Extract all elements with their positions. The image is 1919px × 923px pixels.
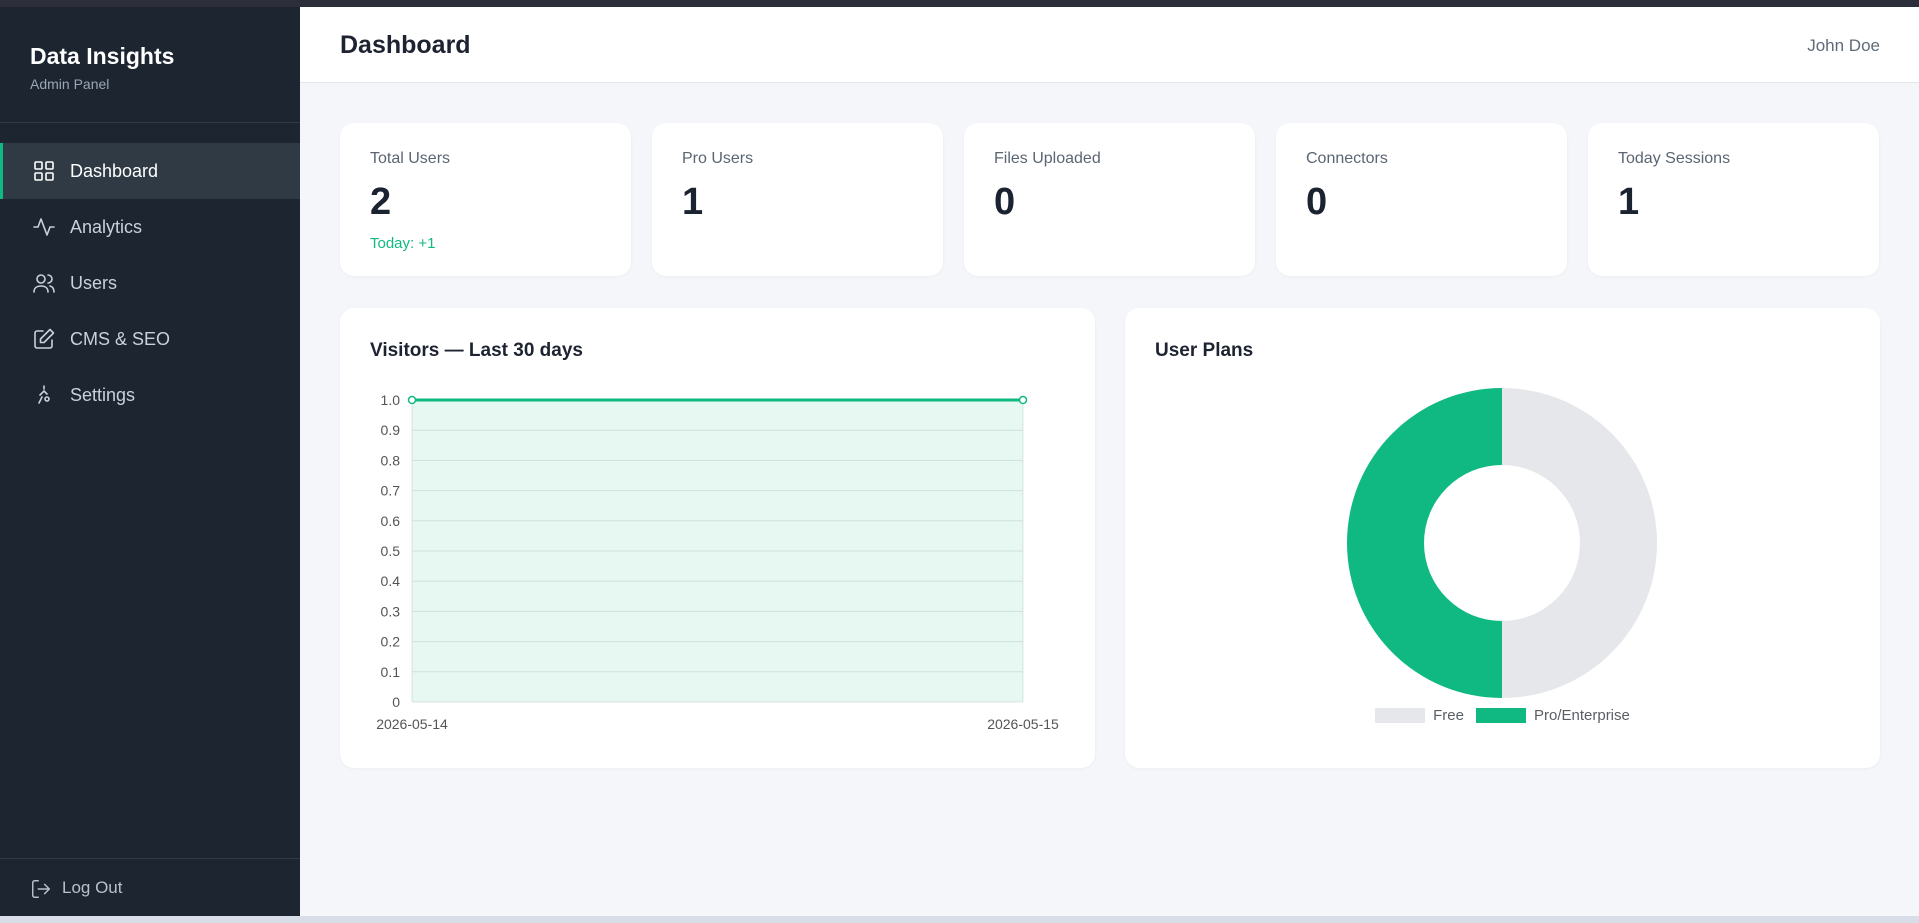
stat-card-today-sessions: Today Sessions 1 bbox=[1588, 123, 1879, 276]
user-plans-panel: User Plans Free Pro/Enterprise bbox=[1125, 308, 1880, 768]
y-tick-label: 0.6 bbox=[381, 513, 401, 529]
y-tick-label: 0.3 bbox=[381, 603, 401, 619]
stat-value: 1 bbox=[682, 181, 704, 223]
stat-card-connectors: Connectors 0 bbox=[1276, 123, 1567, 276]
stat-note: Today: +1 bbox=[370, 235, 436, 252]
sidebar-item-cms-seo[interactable]: CMS & SEO bbox=[0, 311, 300, 367]
logout-icon bbox=[30, 877, 52, 899]
logout-button[interactable]: Log Out bbox=[0, 858, 300, 916]
visitors-line-chart: 0 0.1 0.2 0.3 0.4 0.5 0.6 0.7 0.8 0.9 1.0 2026-05-1… bbox=[376, 392, 1059, 732]
stat-card-pro-users: Pro Users 1 bbox=[652, 123, 943, 276]
visitors-panel: Visitors — Last 30 days 0 0.1 0.2 0.3 0.4 0.5… bbox=[340, 308, 1095, 768]
sidebar-item-label: Analytics bbox=[70, 216, 143, 237]
legend-swatch bbox=[1475, 708, 1526, 723]
user-menu[interactable]: John Doe bbox=[1807, 36, 1880, 56]
data-point bbox=[1018, 395, 1028, 405]
window-bottom-strip bbox=[0, 916, 1919, 923]
sidebar-item-label: Users bbox=[70, 272, 118, 293]
sidebar-item-label: Dashboard bbox=[70, 160, 159, 181]
legend-label: Free bbox=[1433, 707, 1464, 724]
y-tick-label: 0.8 bbox=[381, 452, 401, 468]
chart-legend: Free Pro/Enterprise bbox=[1125, 707, 1880, 724]
top-header: Dashboard John Doe bbox=[300, 7, 1919, 83]
y-tick-label: 0 bbox=[392, 694, 400, 710]
sidebar-nav: Dashboard Analytics Users CMS & SEO Sett… bbox=[0, 143, 300, 423]
legend-swatch bbox=[1375, 708, 1426, 723]
pie-slice-pro-enterprise bbox=[1347, 388, 1502, 698]
sidebar: Data Insights Admin Panel Dashboard Anal… bbox=[0, 7, 300, 916]
sidebar-item-settings[interactable]: Settings bbox=[0, 367, 300, 423]
x-tick-label: 2026-05-14 bbox=[376, 716, 448, 732]
sidebar-item-analytics[interactable]: Analytics bbox=[0, 199, 300, 255]
brand-title: Data Insights bbox=[30, 43, 175, 69]
users-icon bbox=[32, 271, 56, 295]
activity-icon bbox=[32, 215, 56, 239]
stat-value: 1 bbox=[1618, 181, 1640, 223]
logout-label: Log Out bbox=[62, 877, 123, 897]
legend-label: Pro/Enterprise bbox=[1533, 707, 1630, 724]
stat-label: Files Uploaded bbox=[994, 150, 1101, 167]
brand-subtitle: Admin Panel bbox=[30, 76, 110, 92]
grid-icon bbox=[32, 159, 56, 183]
sidebar-item-users[interactable]: Users bbox=[0, 255, 300, 311]
stat-label: Pro Users bbox=[682, 150, 754, 167]
stat-card-total-users: Total Users 2 Today: +1 bbox=[340, 123, 631, 276]
stat-value: 2 bbox=[370, 181, 392, 223]
data-point bbox=[407, 395, 417, 405]
y-tick-label: 0.4 bbox=[381, 573, 401, 589]
series-area bbox=[412, 400, 1023, 702]
window-top-strip bbox=[0, 0, 1919, 7]
brand: Data Insights Admin Panel bbox=[0, 7, 300, 123]
legend-item[interactable]: Free bbox=[1375, 707, 1464, 724]
stat-label: Total Users bbox=[370, 150, 451, 167]
edit-icon bbox=[32, 327, 56, 351]
settings-icon bbox=[32, 383, 56, 407]
stat-card-files-uploaded: Files Uploaded 0 bbox=[964, 123, 1255, 276]
y-tick-label: 0.2 bbox=[381, 634, 401, 650]
sidebar-item-label: Settings bbox=[70, 384, 136, 405]
page-title: Dashboard bbox=[340, 31, 471, 59]
y-tick-label: 1.0 bbox=[381, 392, 401, 408]
y-tick-label: 0.7 bbox=[381, 483, 401, 499]
stat-label: Today Sessions bbox=[1618, 150, 1731, 167]
stat-value: 0 bbox=[1306, 181, 1328, 223]
sidebar-item-label: CMS & SEO bbox=[70, 328, 171, 349]
stat-value: 0 bbox=[994, 181, 1016, 223]
sidebar-item-dashboard[interactable]: Dashboard bbox=[0, 143, 300, 199]
legend-item[interactable]: Pro/Enterprise bbox=[1475, 707, 1630, 724]
y-tick-label: 0.9 bbox=[381, 422, 401, 438]
pie-slice-free bbox=[1502, 388, 1657, 698]
x-tick-label: 2026-05-15 bbox=[987, 716, 1059, 732]
stat-label: Connectors bbox=[1306, 150, 1388, 167]
y-tick-label: 0.5 bbox=[381, 543, 401, 559]
y-tick-label: 0.1 bbox=[381, 664, 401, 680]
user-plans-donut-chart bbox=[1347, 388, 1657, 698]
